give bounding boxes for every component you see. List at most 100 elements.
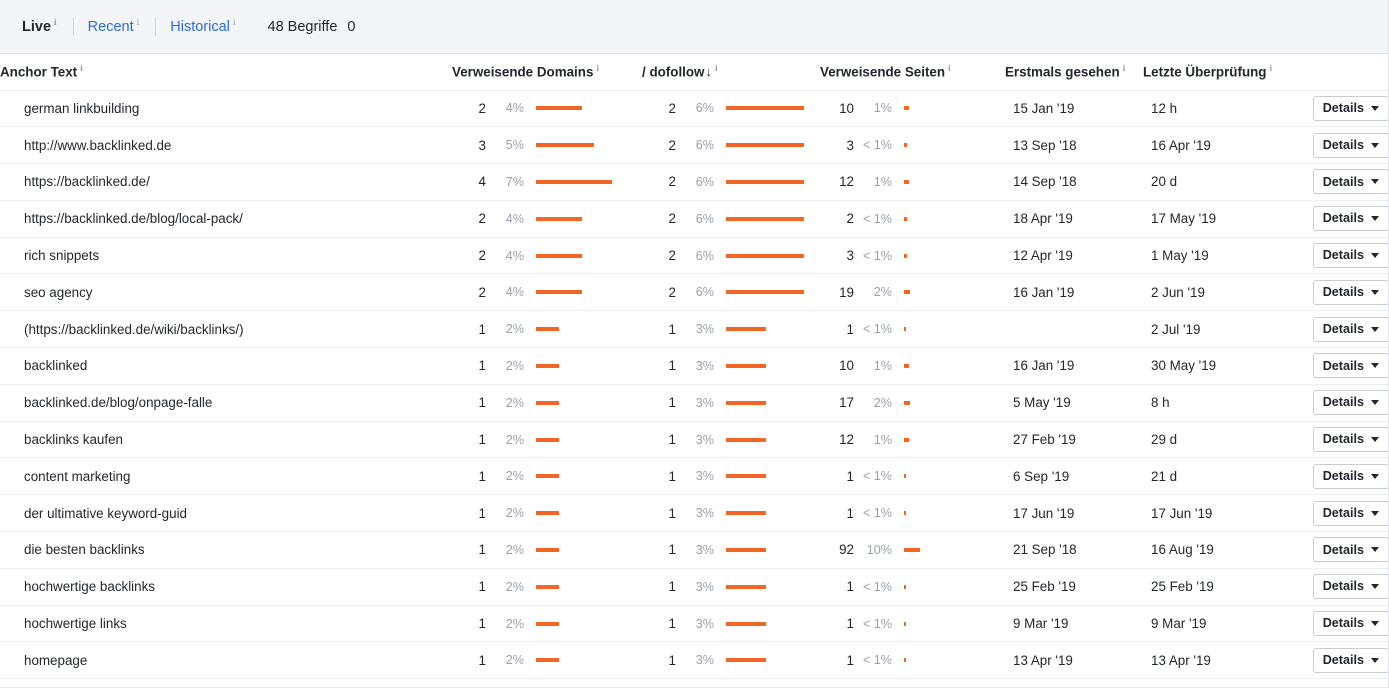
dofollow-value: 1: [668, 358, 676, 374]
column-header-referring-pages[interactable]: Verweisende Seiten i: [820, 54, 1005, 91]
details-button[interactable]: Details: [1312, 316, 1388, 342]
row-actions-cell: Details: [1283, 641, 1388, 680]
anchor-text-cell[interactable]: der ultimative keyword-guid: [0, 494, 452, 533]
table-row[interactable]: hochwertige links 1 2% 1 3% 1 < 1% 9 Mar '19 9 M…: [0, 605, 1388, 643]
dofollow-cell: 1 3%: [642, 421, 820, 459]
anchor-text-cell[interactable]: hochwertige links: [0, 605, 452, 643]
referring-domains-cell: 1 2%: [452, 457, 642, 496]
referring-domains-value: 1: [478, 616, 486, 632]
anchor-text-cell[interactable]: backlinks kaufen: [0, 421, 452, 459]
details-button[interactable]: Details: [1312, 463, 1388, 489]
tab-historical[interactable]: Historical i: [170, 18, 237, 35]
dofollow-bar: [726, 658, 766, 663]
referring-pages-bar: [904, 474, 906, 479]
dofollow-value: 2: [668, 248, 676, 264]
referring-domains-bar-track: [528, 290, 642, 295]
table-row[interactable]: backlinked 1 2% 1 3% 10 1% 16 Jan '19 30 May '19…: [0, 347, 1388, 385]
tab-recent[interactable]: Recent i: [88, 18, 142, 35]
anchor-text-cell[interactable]: https://backlinked.de/blog/local-pack/: [0, 200, 452, 238]
dofollow-metric: 2 6%: [642, 211, 820, 226]
info-icon-anchor-text[interactable]: i: [80, 64, 83, 74]
details-button-label: Details: [1322, 248, 1364, 263]
column-header-last-check-label: Letzte Überprüfung: [1143, 64, 1267, 80]
info-icon-live[interactable]: i: [54, 18, 57, 28]
chevron-down-icon: [1371, 105, 1379, 111]
last-check-value: 1 May '19: [1151, 248, 1209, 264]
anchor-text-cell[interactable]: content marketing: [0, 457, 452, 496]
table-row[interactable]: backlinks kaufen 1 2% 1 3% 12 1% 27 Feb '19 29 d…: [0, 421, 1388, 459]
table-row[interactable]: rich snippets 2 4% 2 6% 3 < 1% 12 Apr '19 1 May …: [0, 237, 1388, 275]
anchor-text-cell[interactable]: german linkbuilding: [0, 90, 452, 128]
details-button[interactable]: Details: [1312, 647, 1388, 673]
table-row[interactable]: der ultimative keyword-guid 1 2% 1 3% 1 < 1% 17…: [0, 494, 1388, 533]
table-row[interactable]: https://backlinked.de/4 7% 2 6% 12 1% 14 Sep '…: [0, 163, 1388, 201]
table-row[interactable]: german linkbuilding 2 4% 2 6% 10 1% 15 Jan '19 1…: [0, 90, 1388, 128]
referring-domains-bar: [536, 474, 559, 479]
column-header-last-check[interactable]: Letzte Überprüfung i: [1143, 54, 1283, 91]
table-row[interactable]: seo agency 2 4% 2 6% 19 2% 16 Jan '19 2 Jun '19 D…: [0, 273, 1388, 312]
details-button[interactable]: Details: [1312, 537, 1388, 563]
referring-domains-metric: 1 2%: [452, 432, 642, 447]
column-header-dofollow[interactable]: / dofollow↓ i: [642, 54, 820, 91]
referring-pages-value: 1: [846, 468, 854, 484]
referring-pages-cell: 12 1%: [820, 421, 1005, 459]
column-header-first-seen[interactable]: Erstmals gesehen i: [1005, 54, 1143, 91]
anchor-text-cell[interactable]: seo agency: [0, 273, 452, 312]
dofollow-percent: 3%: [695, 322, 714, 337]
anchor-text-cell[interactable]: homepage: [0, 641, 452, 680]
details-button[interactable]: Details: [1312, 279, 1388, 305]
anchor-text-cell[interactable]: http://www.backlinked.de: [0, 126, 452, 165]
details-button[interactable]: Details: [1312, 169, 1388, 195]
details-button[interactable]: Details: [1312, 353, 1388, 379]
details-button[interactable]: Details: [1312, 611, 1388, 637]
table-row[interactable]: https://backlinked.de/blog/local-pack/2 4…: [0, 200, 1388, 238]
chevron-down-icon: [1371, 510, 1379, 516]
dofollow-metric: 1 3%: [642, 395, 820, 410]
anchor-text-cell[interactable]: https://backlinked.de/: [0, 163, 452, 201]
table-row[interactable]: die besten backlinks 1 2% 1 3% 92 10% 21 Sep '1…: [0, 531, 1388, 569]
referring-domains-metric: 1 2%: [452, 653, 642, 668]
last-check-cell: 16 Apr '19: [1143, 126, 1283, 165]
anchor-text-cell[interactable]: backlinked: [0, 347, 452, 385]
referring-pages-cell: 1 < 1%: [820, 457, 1005, 496]
row-actions-cell: Details: [1283, 605, 1388, 643]
table-row[interactable]: content marketing 1 2% 1 3% 1 < 1% 6 Sep '19 21 …: [0, 457, 1388, 496]
column-header-referring-domains[interactable]: Verweisende Domains i: [452, 54, 642, 91]
dofollow-metric: 1 3%: [642, 469, 820, 484]
referring-domains-metric: 1 2%: [452, 358, 642, 373]
referring-domains-percent: 4%: [505, 101, 524, 116]
info-icon-historical[interactable]: i: [233, 18, 236, 28]
referring-domains-cell: 1 2%: [452, 384, 642, 422]
anchor-text-cell[interactable]: rich snippets: [0, 237, 452, 275]
column-header-anchor-text[interactable]: Anchor Text i: [0, 54, 452, 91]
anchor-text-cell[interactable]: (https://backlinked.de/wiki/backlinks/): [0, 310, 452, 349]
anchor-text-cell[interactable]: die besten backlinks: [0, 531, 452, 569]
info-icon-recent[interactable]: i: [137, 18, 140, 28]
info-icon-dofollow[interactable]: i: [715, 64, 718, 74]
anchor-text-cell[interactable]: hochwertige backlinks: [0, 568, 452, 606]
details-button[interactable]: Details: [1312, 427, 1388, 453]
details-button[interactable]: Details: [1312, 574, 1388, 600]
details-button[interactable]: Details: [1312, 132, 1388, 158]
table-row[interactable]: backlinked.de/blog/onpage-falle 1 2% 1 3% 17 2…: [0, 384, 1388, 422]
info-icon-last-check[interactable]: i: [1269, 64, 1272, 74]
table-row[interactable]: hochwertige backlinks 1 2% 1 3% 1 < 1% 25 Feb '…: [0, 568, 1388, 606]
info-icon-first-seen[interactable]: i: [1123, 64, 1126, 74]
details-button[interactable]: Details: [1312, 500, 1388, 526]
referring-pages-bar: [904, 327, 906, 332]
dofollow-metric: 2 6%: [642, 285, 820, 300]
referring-domains-cell: 1 2%: [452, 494, 642, 533]
details-button[interactable]: Details: [1312, 206, 1388, 232]
details-button[interactable]: Details: [1312, 95, 1388, 121]
table-row[interactable]: http://www.backlinked.de 3 5% 2 6% 3 < 1% 13 Se…: [0, 126, 1388, 165]
details-button[interactable]: Details: [1312, 243, 1388, 269]
result-count-label: 48 Begriffe: [267, 18, 338, 35]
info-icon-referring-pages[interactable]: i: [948, 64, 951, 74]
table-row[interactable]: homepage 1 2% 1 3% 1 < 1% 13 Apr '19 13 Apr '19 D…: [0, 641, 1388, 680]
info-icon-referring-domains[interactable]: i: [596, 64, 599, 74]
anchor-text-cell[interactable]: backlinked.de/blog/onpage-falle: [0, 384, 452, 422]
table-row[interactable]: (https://backlinked.de/wiki/backlinks/) 1…: [0, 310, 1388, 349]
dofollow-cell: 1 3%: [642, 605, 820, 643]
tab-live[interactable]: Live i: [22, 18, 59, 35]
details-button[interactable]: Details: [1312, 390, 1388, 416]
